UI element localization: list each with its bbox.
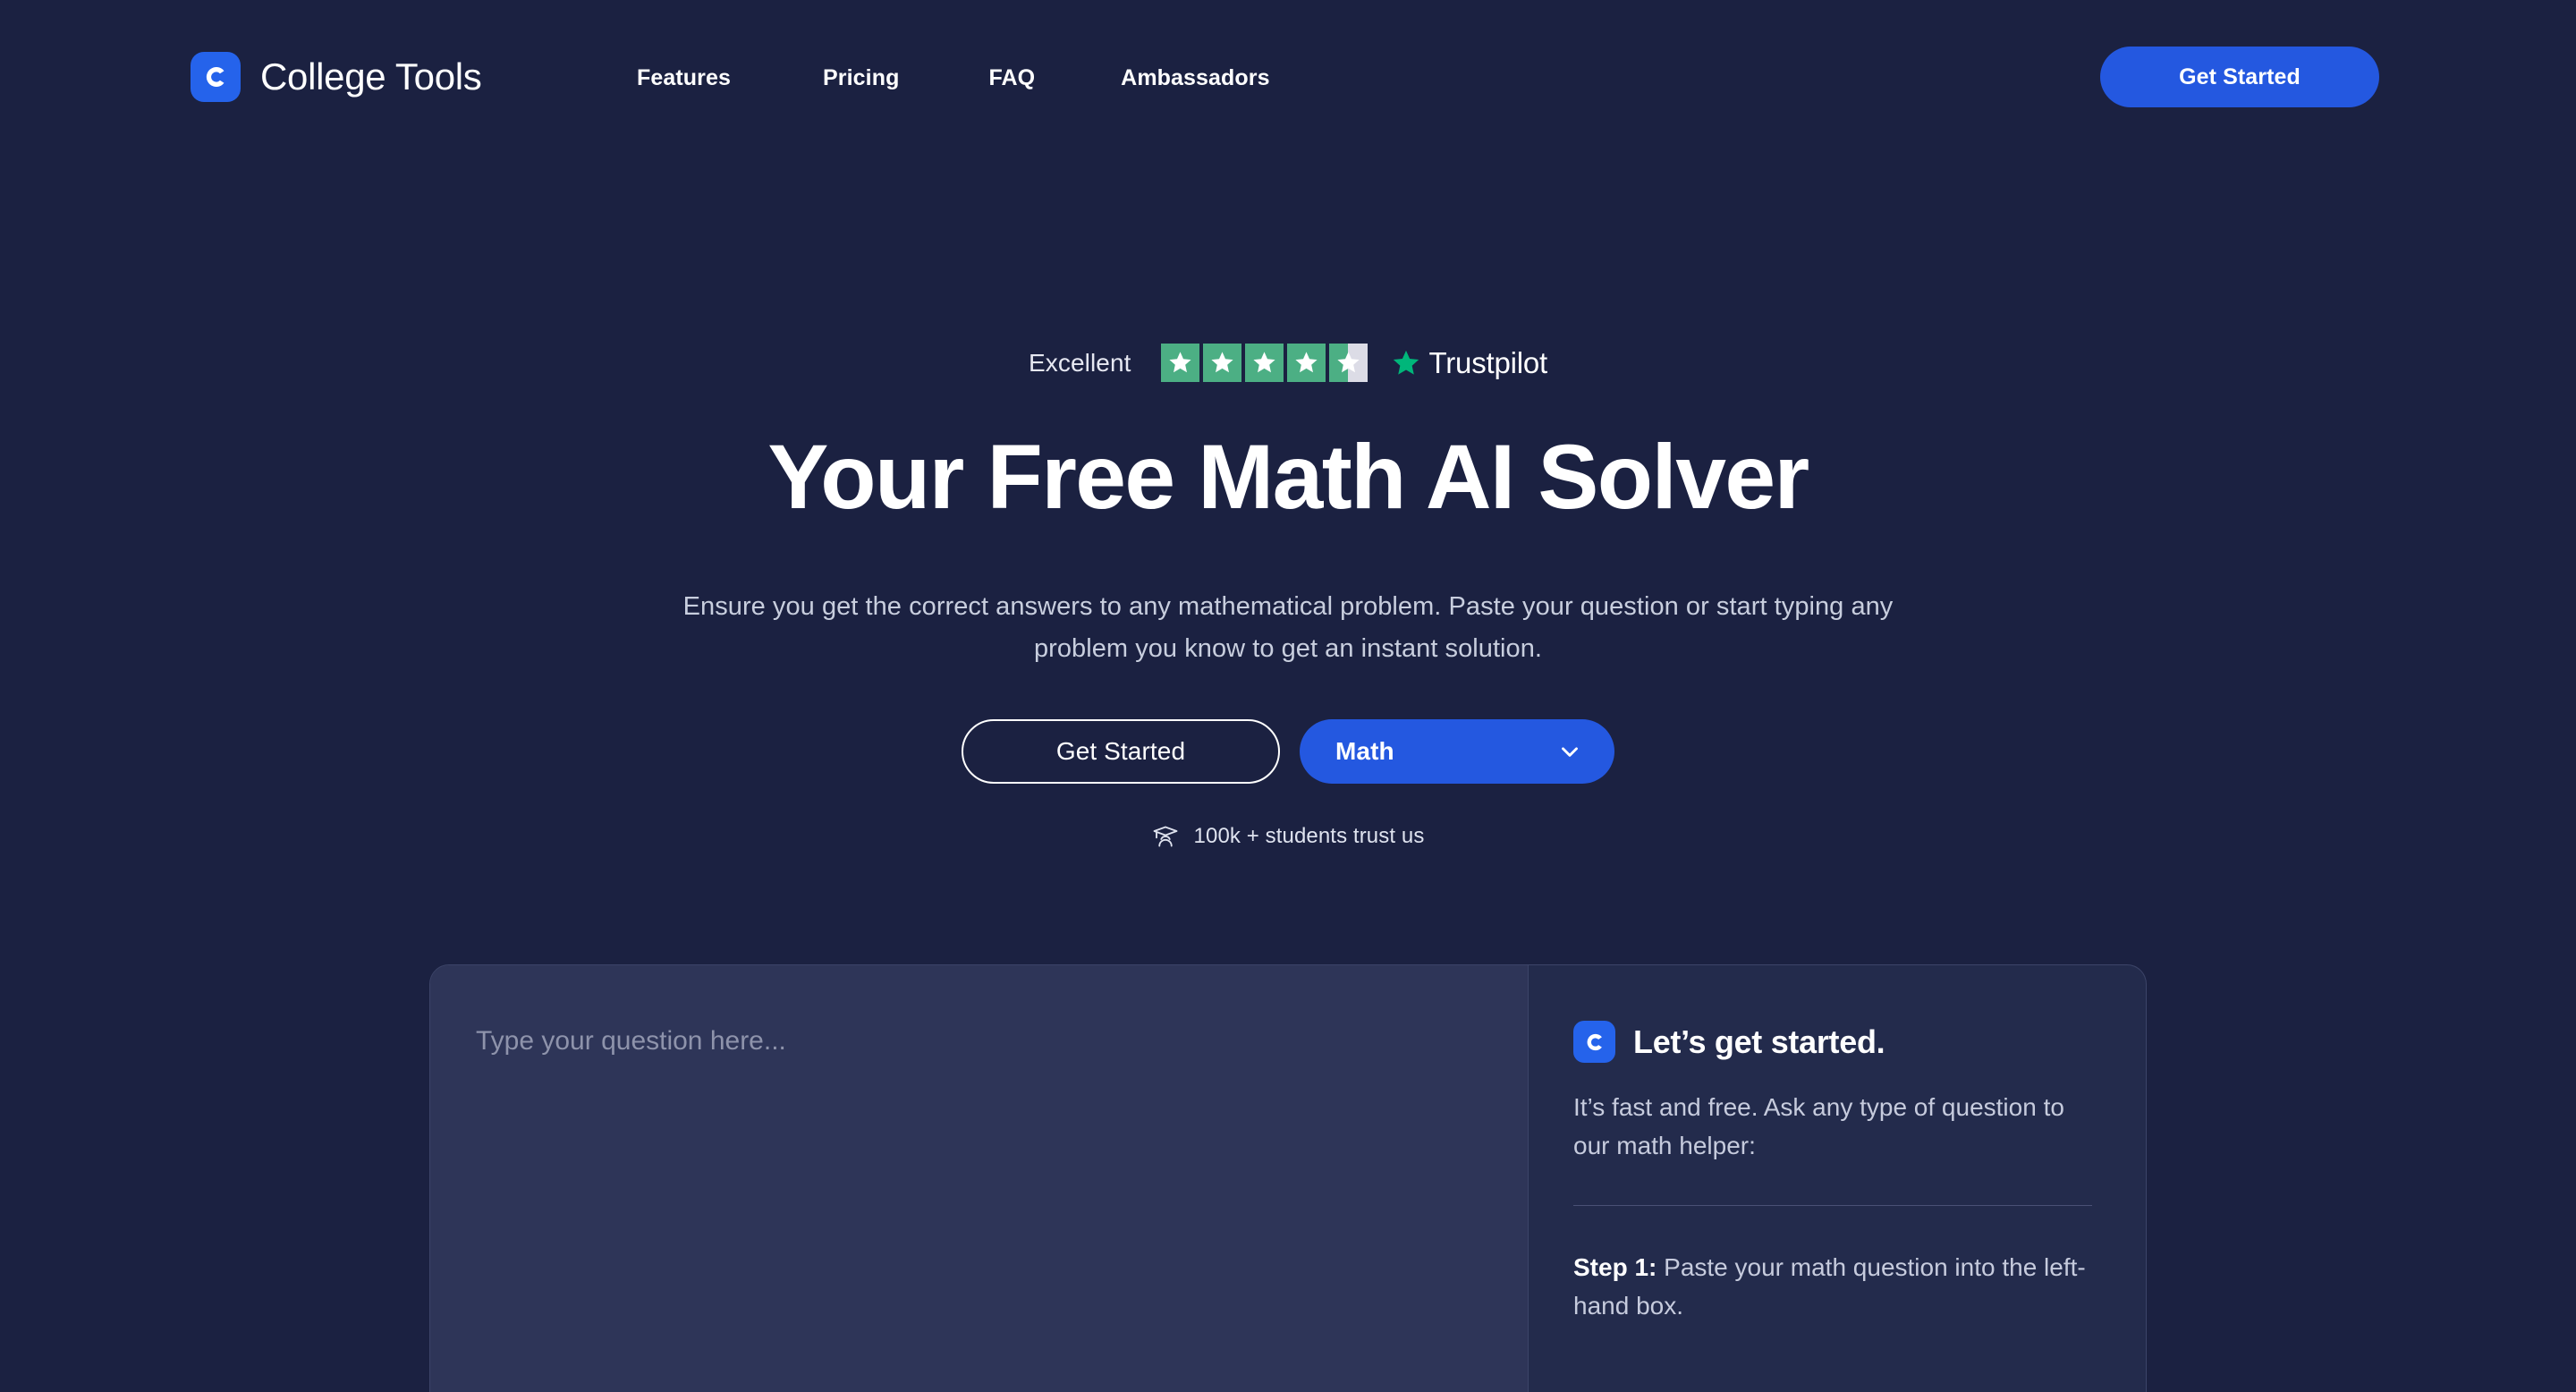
star-icon-2: [1202, 344, 1241, 382]
nav-item-features[interactable]: Features: [637, 65, 731, 91]
rating-stars: [1160, 344, 1368, 382]
college-tools-c-logo-icon: [191, 52, 241, 102]
panel-title: Let’s get started.: [1633, 1023, 1885, 1060]
landing-page: College Tools Features Pricing FAQ Ambas…: [0, 0, 2576, 1392]
hero-actions: Get Started Math: [0, 719, 2576, 784]
subject-select-value: Math: [1335, 737, 1394, 765]
graduation-cap-icon: [1153, 826, 1177, 847]
panel-header: Let’s get started.: [1573, 1021, 2092, 1063]
trustpilot-logo: Trustpilot: [1391, 346, 1547, 380]
star-icon-4: [1286, 344, 1326, 382]
trustpilot-wordmark: Trustpilot: [1428, 345, 1548, 379]
panel-body-text: It’s fast and free. Ask any type of ques…: [1573, 1093, 2064, 1159]
social-proof: 100k + students trust us: [0, 823, 2576, 850]
step-1-label: Step 1:: [1573, 1253, 1657, 1282]
star-icon-1: [1160, 344, 1199, 382]
social-proof-text: 100k + students trust us: [1193, 824, 1425, 848]
panel-step-1: Step 1: Paste your math question into th…: [1573, 1249, 2092, 1325]
question-input-panel: [430, 965, 1529, 1392]
nav-item-faq[interactable]: FAQ: [988, 65, 1035, 91]
page-title: Your Free Math AI Solver: [767, 426, 1809, 528]
star-icon-5-half: [1328, 344, 1368, 382]
chevron-down-icon: [1562, 747, 1578, 757]
nav-item-pricing[interactable]: Pricing: [823, 65, 899, 91]
college-tools-c-logo-icon: [1573, 1021, 1615, 1063]
trustpilot-star-icon: [1393, 350, 1419, 375]
get-started-panel: Let’s get started. It’s fast and free. A…: [1529, 965, 2146, 1392]
hero-get-started-button[interactable]: Get Started: [962, 719, 1280, 784]
rating-word: Excellent: [1029, 348, 1131, 377]
trustpilot-rating[interactable]: Excellent Trustpilot: [0, 344, 2576, 382]
question-input[interactable]: [476, 1021, 1496, 1334]
main-nav: Features Pricing FAQ Ambassadors: [637, 65, 1270, 91]
site-header: College Tools Features Pricing FAQ Ambas…: [0, 0, 2576, 166]
nav-item-ambassadors[interactable]: Ambassadors: [1121, 65, 1269, 91]
hero-subtitle: Ensure you get the correct answers to an…: [682, 592, 1894, 663]
brand-logo[interactable]: College Tools: [191, 52, 482, 102]
solver-card: Let’s get started. It’s fast and free. A…: [429, 964, 2147, 1392]
header-get-started-button[interactable]: Get Started: [2100, 47, 2379, 107]
star-icon-3: [1244, 344, 1284, 382]
panel-divider: [1573, 1205, 2092, 1207]
subject-select-dropdown[interactable]: Math: [1300, 719, 1614, 784]
brand-name: College Tools: [260, 55, 482, 98]
